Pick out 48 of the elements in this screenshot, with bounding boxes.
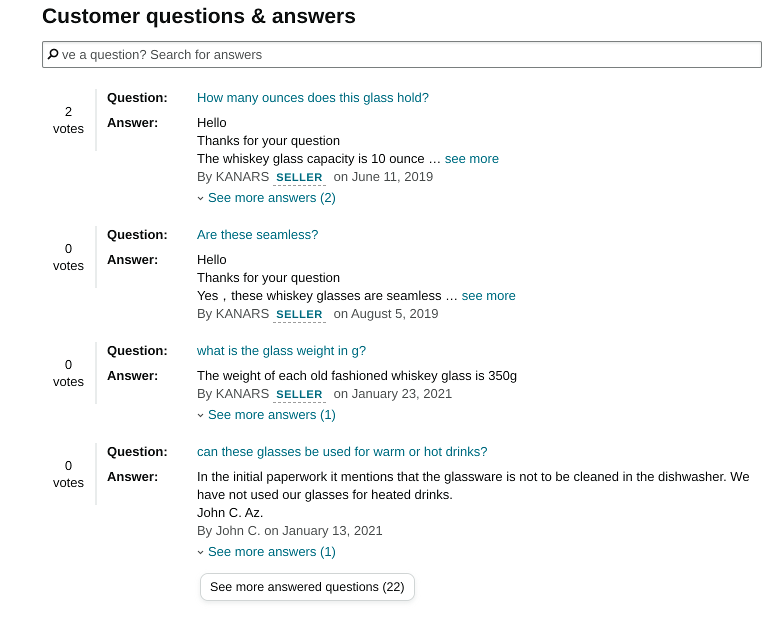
- answer-label: Answer:: [106, 114, 160, 132]
- more-answers-link[interactable]: See more answers (2): [197, 189, 757, 207]
- answer-date: on January 23, 2021: [334, 385, 452, 403]
- see-more-link[interactable]: see more: [444, 151, 500, 166]
- answer-text: The weight of each old fashioned whiskey glass is 350g: [197, 367, 518, 385]
- answer-text: Hello: [197, 251, 228, 269]
- seller-badge: SELLER: [273, 308, 326, 323]
- answer-label: Answer:: [106, 468, 160, 486]
- answer-text: In the initial paperwork it mentions that the glassware is not to be cleaned in the dishwasher. We have not used our glasses for heated drinks.: [197, 468, 751, 504]
- answer-date: on January 13, 2021: [264, 522, 383, 540]
- answer-text: Hello: [197, 114, 228, 132]
- author-text: By KANARS: [197, 305, 270, 323]
- vote-count: 2 votes: [42, 89, 97, 151]
- search-icon: [47, 48, 59, 60]
- question-label: Question:: [106, 226, 169, 244]
- more-questions-button[interactable]: See more answered questions (22): [200, 573, 415, 601]
- section-title: Customer questions & answers: [42, 4, 357, 30]
- question-label: Question:: [106, 443, 169, 461]
- search-field[interactable]: ve a question? Search for answers: [42, 41, 762, 68]
- answer-label: Answer:: [106, 367, 160, 385]
- answer-text: John C. Az.: [197, 504, 264, 522]
- vote-count: 0 votes: [42, 226, 97, 288]
- answer-text: Thanks for your question: [197, 269, 342, 287]
- seller-badge: SELLER: [273, 388, 326, 403]
- seller-badge: SELLER: [273, 171, 326, 186]
- question-link[interactable]: Are these seamless?: [197, 226, 318, 244]
- author-text: By John C.: [197, 522, 261, 540]
- question-link[interactable]: can these glasses be used for warm or hot drinks?: [197, 443, 488, 461]
- chevron-down-icon: [197, 550, 204, 554]
- author-text: By KANARS: [197, 168, 270, 186]
- see-more-link[interactable]: see more: [462, 288, 516, 303]
- vote-count: 0 votes: [42, 443, 97, 505]
- answer-text: Thanks for your question: [197, 132, 342, 150]
- answer-text: Yes，these whiskey glasses are seamless … see more: [197, 287, 517, 305]
- chevron-down-icon: [197, 412, 204, 418]
- more-answers-link[interactable]: See more answers (1): [197, 406, 757, 424]
- answer-date: on August 5, 2019: [334, 305, 438, 323]
- chevron-down-icon: [197, 196, 204, 200]
- question-link[interactable]: what is the glass weight in g?: [197, 342, 366, 360]
- question-label: Question:: [106, 342, 169, 360]
- question-link[interactable]: How many ounces does this glass hold?: [197, 89, 429, 107]
- answer-text: The whiskey glass capacity is 10 ounce … see more: [197, 150, 500, 168]
- answer-label: Answer:: [106, 251, 160, 269]
- author-text: By KANARS: [197, 385, 270, 403]
- question-label: Question:: [106, 89, 169, 107]
- answer-date: on June 11, 2019: [334, 168, 434, 186]
- more-answers-link[interactable]: See more answers (1): [197, 543, 757, 561]
- vote-count: 0 votes: [42, 342, 97, 404]
